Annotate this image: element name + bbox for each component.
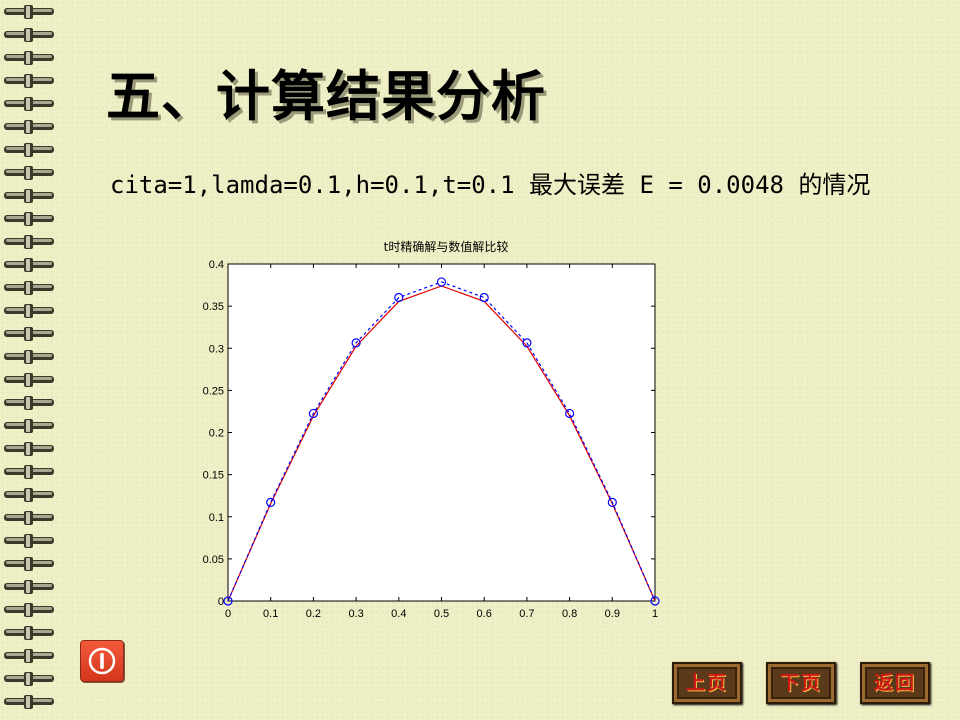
y-tick-label: 0 xyxy=(218,596,224,608)
x-tick-label: 0.5 xyxy=(434,608,449,620)
y-tick-label: 0.4 xyxy=(209,259,224,271)
y-tick-label: 0.25 xyxy=(203,385,224,397)
binding-ring xyxy=(4,235,54,249)
comparison-chart: 0 0.1 0.2 0.3 0.4 0.5 0.6 0.7 0.8 0.9 1 0 0.05 0.1 0.1… xyxy=(203,259,660,620)
binding-ring xyxy=(4,488,54,502)
binding-ring xyxy=(4,212,54,226)
binding-ring xyxy=(4,51,54,65)
binding-ring xyxy=(4,442,54,456)
binding-ring xyxy=(4,580,54,594)
binding-ring xyxy=(4,534,54,548)
binding-ring xyxy=(4,327,54,341)
binding-ring xyxy=(4,166,54,180)
y-tick-label: 0.05 xyxy=(203,554,224,566)
x-tick-label: 0.8 xyxy=(562,608,577,620)
power-icon xyxy=(88,647,116,675)
binding-ring xyxy=(4,419,54,433)
slide-description: cita=1,lamda=0.1,h=0.1,t=0.1 最大误差 E = 0.… xyxy=(110,171,871,199)
binding-ring xyxy=(4,304,54,318)
binding-ring xyxy=(4,649,54,663)
binding-ring xyxy=(4,603,54,617)
binding-ring xyxy=(4,373,54,387)
binding-ring xyxy=(4,350,54,364)
plot-area xyxy=(227,263,656,602)
x-tick-label: 0.3 xyxy=(348,608,363,620)
binding-ring xyxy=(4,695,54,709)
x-tick-label: 0 xyxy=(225,608,231,620)
power-button[interactable] xyxy=(80,640,124,682)
binding-ring xyxy=(4,626,54,640)
x-tick-label: 0.7 xyxy=(519,608,534,620)
binding-ring xyxy=(4,511,54,525)
binding-ring xyxy=(4,557,54,571)
binding-ring xyxy=(4,74,54,88)
y-tick-label: 0.2 xyxy=(209,428,224,440)
binding-ring xyxy=(4,143,54,157)
slide-title: 五、计算结果分析 xyxy=(106,65,546,128)
next-page-button[interactable]: 下页 xyxy=(766,662,836,704)
y-tick-label: 0.3 xyxy=(209,343,224,355)
y-tick-label: 0.35 xyxy=(203,301,224,313)
binding-ring xyxy=(4,396,54,410)
x-tick-label: 0.9 xyxy=(605,608,620,620)
x-tick-label: 0.4 xyxy=(391,608,406,620)
spiral-binding xyxy=(4,5,54,709)
binding-ring xyxy=(4,281,54,295)
y-tick-label: 0.15 xyxy=(203,470,224,482)
x-tick-label: 0.1 xyxy=(263,608,278,620)
binding-ring xyxy=(4,120,54,134)
x-tick-label: 0.6 xyxy=(477,608,492,620)
binding-ring xyxy=(4,5,54,19)
binding-ring xyxy=(4,465,54,479)
prev-page-button[interactable]: 上页 xyxy=(672,662,742,704)
binding-ring xyxy=(4,672,54,686)
x-tick-label: 1 xyxy=(652,608,658,620)
binding-ring xyxy=(4,189,54,203)
x-tick-label: 0.2 xyxy=(306,608,321,620)
y-tick-label: 0.1 xyxy=(209,512,224,524)
binding-ring xyxy=(4,28,54,42)
binding-ring xyxy=(4,258,54,272)
back-button[interactable]: 返回 xyxy=(860,662,930,704)
binding-ring xyxy=(4,97,54,111)
